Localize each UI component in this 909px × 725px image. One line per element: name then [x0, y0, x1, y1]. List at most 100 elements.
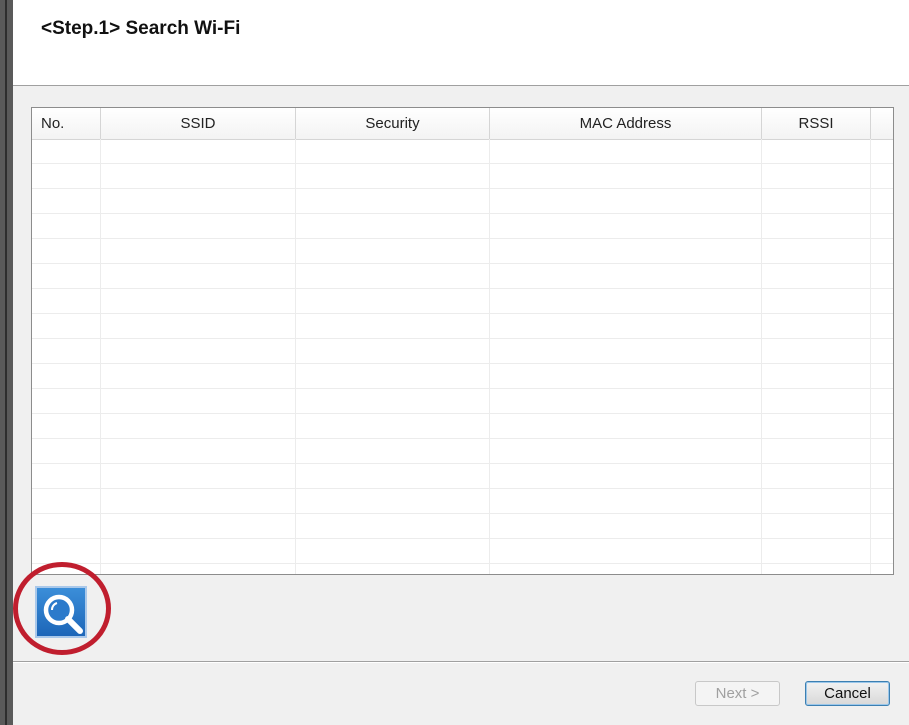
empty-table-row	[32, 189, 893, 214]
empty-table-row	[32, 214, 893, 239]
table-cell	[32, 139, 101, 164]
table-cell	[32, 489, 101, 514]
table-cell	[871, 364, 893, 389]
table-cell	[101, 314, 296, 339]
window-left-edge	[0, 0, 13, 725]
table-cell	[32, 339, 101, 364]
table-cell	[296, 514, 490, 539]
table-cell	[762, 389, 871, 414]
empty-table-row	[32, 564, 893, 574]
table-cell	[490, 464, 762, 489]
empty-table-row	[32, 514, 893, 539]
table-cell	[32, 214, 101, 239]
table-cell	[296, 339, 490, 364]
table-cell	[32, 414, 101, 439]
table-cell	[490, 139, 762, 164]
column-header-mac-address[interactable]: MAC Address	[490, 108, 762, 139]
column-header-rssi[interactable]: RSSI	[762, 108, 871, 139]
table-cell	[32, 439, 101, 464]
table-cell	[490, 264, 762, 289]
table-cell	[101, 189, 296, 214]
table-cell	[101, 539, 296, 564]
empty-table-row	[32, 264, 893, 289]
table-cell	[296, 439, 490, 464]
table-cell	[871, 314, 893, 339]
table-cell	[296, 539, 490, 564]
table-cell	[762, 239, 871, 264]
table-cell	[101, 439, 296, 464]
table-cell	[490, 164, 762, 189]
table-cell	[762, 364, 871, 389]
table-cell	[101, 464, 296, 489]
table-cell	[871, 289, 893, 314]
empty-table-row	[32, 314, 893, 339]
cancel-button[interactable]: Cancel	[805, 681, 890, 706]
table-body	[32, 139, 893, 574]
table-cell	[32, 264, 101, 289]
table-cell	[762, 539, 871, 564]
table-cell	[296, 139, 490, 164]
wifi-list-table[interactable]: No. SSID Security MAC Address RSSI	[31, 107, 894, 575]
magnifier-icon	[43, 594, 83, 634]
footer-divider	[13, 661, 909, 663]
table-cell	[871, 339, 893, 364]
table-cell	[762, 189, 871, 214]
table-cell	[32, 314, 101, 339]
table-cell	[32, 239, 101, 264]
table-cell	[762, 314, 871, 339]
table-cell	[871, 514, 893, 539]
table-cell	[871, 464, 893, 489]
table-cell	[762, 564, 871, 574]
table-cell	[101, 239, 296, 264]
table-cell	[101, 389, 296, 414]
search-wifi-button[interactable]	[35, 586, 87, 638]
table-cell	[490, 189, 762, 214]
table-cell	[490, 339, 762, 364]
table-cell	[296, 189, 490, 214]
table-cell	[762, 339, 871, 364]
table-cell	[490, 214, 762, 239]
column-header-ssid[interactable]: SSID	[101, 108, 296, 139]
empty-table-row	[32, 489, 893, 514]
table-cell	[490, 314, 762, 339]
table-cell	[32, 289, 101, 314]
table-cell	[762, 464, 871, 489]
table-cell	[871, 389, 893, 414]
table-cell	[101, 364, 296, 389]
table-cell	[871, 139, 893, 164]
table-cell	[101, 214, 296, 239]
table-cell	[762, 489, 871, 514]
column-header-security[interactable]: Security	[296, 108, 490, 139]
table-cell	[871, 414, 893, 439]
table-cell	[762, 439, 871, 464]
table-cell	[32, 164, 101, 189]
table-cell	[296, 264, 490, 289]
table-cell	[871, 214, 893, 239]
column-header-no[interactable]: No.	[32, 108, 101, 139]
empty-table-row	[32, 339, 893, 364]
table-cell	[32, 464, 101, 489]
table-cell	[490, 514, 762, 539]
table-cell	[871, 439, 893, 464]
next-button[interactable]: Next >	[695, 681, 780, 706]
table-cell	[762, 414, 871, 439]
table-cell	[296, 239, 490, 264]
empty-table-row	[32, 164, 893, 189]
table-cell	[32, 564, 101, 574]
table-cell	[871, 539, 893, 564]
table-cell	[490, 564, 762, 574]
table-cell	[490, 539, 762, 564]
table-cell	[762, 164, 871, 189]
table-cell	[762, 289, 871, 314]
table-cell	[490, 239, 762, 264]
table-cell	[101, 489, 296, 514]
empty-table-row	[32, 439, 893, 464]
table-cell	[101, 164, 296, 189]
empty-table-row	[32, 464, 893, 489]
table-cell	[871, 239, 893, 264]
table-cell	[101, 289, 296, 314]
table-cell	[32, 514, 101, 539]
table-cell	[296, 214, 490, 239]
table-cell	[101, 414, 296, 439]
table-cell	[871, 189, 893, 214]
